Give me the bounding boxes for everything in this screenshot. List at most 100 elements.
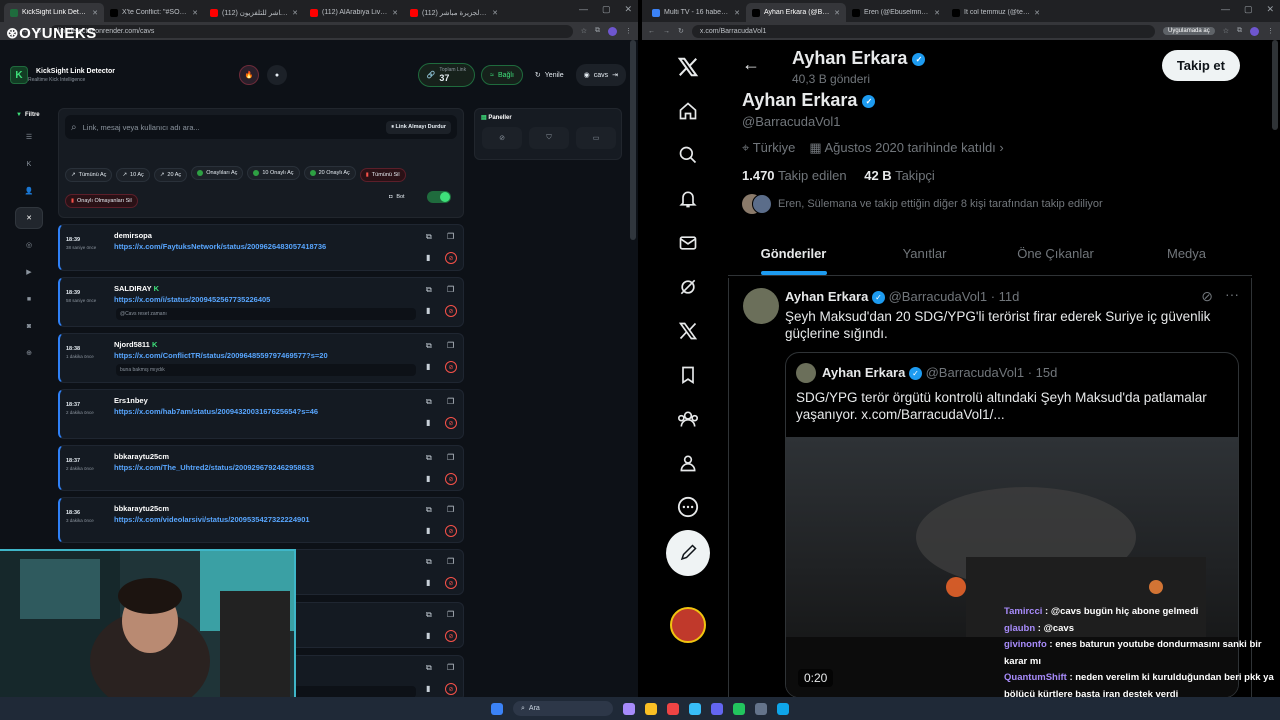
link-url[interactable]: https://x.com/ConflictTR/status/20096485… (114, 351, 328, 360)
tab-close-icon[interactable]: ✕ (834, 9, 840, 17)
tab-close-icon[interactable]: ✕ (92, 9, 98, 17)
tab-close-icon[interactable]: ✕ (292, 9, 298, 17)
bookmarks-icon[interactable] (666, 353, 710, 397)
stop-links-button[interactable]: ⏸ Link Almayı Durdur (386, 120, 451, 134)
logout-icon[interactable]: ⇥ (612, 71, 618, 79)
block-icon[interactable]: ⊘ (445, 252, 457, 264)
youtube-icon[interactable]: ▶ (15, 261, 43, 283)
block-icon[interactable]: ⊘ (445, 305, 457, 317)
left-tab[interactable]: KickSight Link Detector ✕ (4, 3, 104, 22)
copy-icon[interactable]: ❐ (447, 453, 454, 462)
copy-icon[interactable]: ❐ (447, 232, 454, 241)
star-icon[interactable]: ☆ (581, 27, 587, 35)
right-tab[interactable]: Ayhan Erkara (@BarracudaVol1) ✕ (746, 3, 846, 22)
tab-close-icon[interactable]: ✕ (492, 9, 498, 17)
more-options-icon[interactable]: ··· (1225, 286, 1239, 302)
left-tab[interactable]: (112) AlArabiya Livestream ✕ (304, 3, 404, 22)
account-avatar[interactable] (666, 603, 710, 647)
tab-replies[interactable]: Yanıtlar (859, 232, 990, 275)
following-count[interactable]: 1.470 (742, 168, 775, 183)
open-link-icon[interactable]: ⧉ (426, 397, 432, 407)
notifications-icon[interactable] (666, 177, 710, 221)
forward-icon[interactable]: → (663, 28, 670, 35)
menu-icon[interactable]: ⋮ (1267, 27, 1274, 35)
link-card[interactable]: 18:39 38 saniye önce demirsopa https://x.co… (58, 224, 464, 271)
copy-icon[interactable]: ❐ (447, 610, 454, 619)
profile-avatar-icon[interactable] (608, 26, 617, 36)
video-icon[interactable]: ■ (15, 288, 43, 310)
block-icon[interactable]: ⊘ (445, 683, 457, 695)
fire-icon[interactable]: 🔥 (238, 65, 259, 85)
filter-chip[interactable]: ↗ 20 Aç (153, 168, 188, 182)
block-icon[interactable]: ⊘ (445, 525, 457, 537)
app-icon[interactable] (777, 702, 789, 715)
left-tab[interactable]: (112) البث المباشر للتلفزيون ✕ (204, 3, 304, 22)
left-tab[interactable]: (112) الجزيرة مباشر ... ✕ (404, 3, 504, 22)
shield-panel-icon[interactable]: ⛉ (529, 127, 569, 149)
search-input[interactable]: Link, mesaj veya kullanıcı adı ara... (83, 123, 381, 132)
reload-icon[interactable]: ↻ (678, 27, 684, 35)
premium-icon[interactable] (666, 309, 710, 353)
trash-icon[interactable]: ▮ (426, 362, 430, 371)
messages-icon[interactable] (666, 221, 710, 265)
open-link-icon[interactable]: ⧉ (426, 557, 432, 567)
copy-icon[interactable]: ❐ (447, 557, 454, 566)
right-url-field[interactable]: x.com/BarracudaVol1 (691, 24, 1156, 38)
filter-chip[interactable]: 10 Onaylı Aç (247, 166, 300, 180)
kick-icon[interactable]: K (15, 153, 43, 175)
filter-chip[interactable]: Onaylıları Aç (191, 166, 244, 180)
back-arrow-icon[interactable]: ← (742, 54, 760, 75)
x-logo-icon[interactable] (666, 45, 710, 89)
open-link-icon[interactable]: ⧉ (426, 341, 432, 351)
all-platforms-icon[interactable]: ☰ (15, 126, 43, 148)
trash-icon[interactable]: ▮ (426, 526, 430, 535)
tab-media[interactable]: Medya (1121, 232, 1252, 275)
right-tab[interactable]: Multi TV - 16 haber kanalını aynı ✕ (646, 3, 746, 22)
tab-close-icon[interactable]: ✕ (934, 9, 940, 17)
block-icon[interactable]: ⊘ (445, 417, 457, 429)
x-platform-icon[interactable]: ✕ (15, 207, 43, 229)
tab-close-icon[interactable]: ✕ (392, 9, 398, 17)
filter-chip[interactable]: 20 Onaylı Aç (303, 166, 356, 180)
trash-icon[interactable]: ▮ (426, 631, 430, 640)
edge-icon[interactable] (689, 702, 701, 715)
archive-panel-icon[interactable]: ▭ (576, 127, 616, 149)
copy-icon[interactable]: ❐ (447, 397, 454, 406)
refresh-button[interactable]: ↻ Yenile (529, 65, 570, 85)
block-icon[interactable]: ⊘ (445, 630, 457, 642)
trash-icon[interactable]: ▮ (426, 684, 430, 693)
open-link-icon[interactable]: ⧉ (426, 232, 432, 242)
open-link-icon[interactable]: ⧉ (426, 453, 432, 463)
app-icon[interactable] (755, 702, 767, 715)
trash-icon[interactable]: ▮ (426, 418, 430, 427)
globe-icon[interactable]: ⊕ (15, 342, 43, 364)
users-icon[interactable]: 👤 (15, 180, 43, 202)
more-icon[interactable] (666, 485, 710, 529)
explore-icon[interactable] (666, 133, 710, 177)
link-url[interactable]: https://x.com/FaytuksNetwork/status/2009… (114, 242, 326, 251)
user-menu[interactable]: ◉ cavs ⇥ (575, 64, 626, 86)
minimize-icon[interactable]: — (1221, 4, 1230, 15)
explorer-icon[interactable] (645, 702, 657, 715)
link-url[interactable]: https://x.com/The_Uhtred2/status/2009296… (114, 463, 314, 472)
bot-toggle[interactable] (426, 191, 451, 203)
copy-icon[interactable]: ❐ (447, 285, 454, 294)
post-button[interactable] (666, 530, 710, 576)
link-url[interactable]: https://x.com/i/status/20094525677352264… (114, 295, 270, 304)
tab-posts[interactable]: Gönderiler (728, 232, 859, 275)
chrome-icon[interactable] (667, 702, 679, 715)
link-card[interactable]: 18:39 58 saniye önce SALDIRAY Khttps://x.c… (58, 277, 464, 327)
link-card[interactable]: 18:38 1 dakika önce Njord5811 Khttps://x.c… (58, 333, 464, 383)
back-icon[interactable]: ← (648, 28, 655, 35)
taskbar-search[interactable]: ⌕ Ara (513, 701, 613, 716)
link-card[interactable]: 18:37 2 dakika önce Ers1nbey https://x.com/… (58, 389, 464, 439)
bell-icon[interactable]: ● (266, 65, 287, 85)
copy-icon[interactable]: ❐ (447, 341, 454, 350)
copy-icon[interactable]: ❐ (447, 663, 454, 672)
block-icon[interactable]: ⊘ (445, 361, 457, 373)
trash-icon[interactable]: ▮ (426, 253, 430, 262)
tweet-author[interactable]: Ayhan Erkara (785, 289, 868, 304)
maximize-icon[interactable]: ▢ (1244, 4, 1253, 15)
extensions-icon[interactable]: ⧉ (595, 27, 600, 35)
filter-chip[interactable]: ↗ 10 Aç (116, 168, 150, 182)
